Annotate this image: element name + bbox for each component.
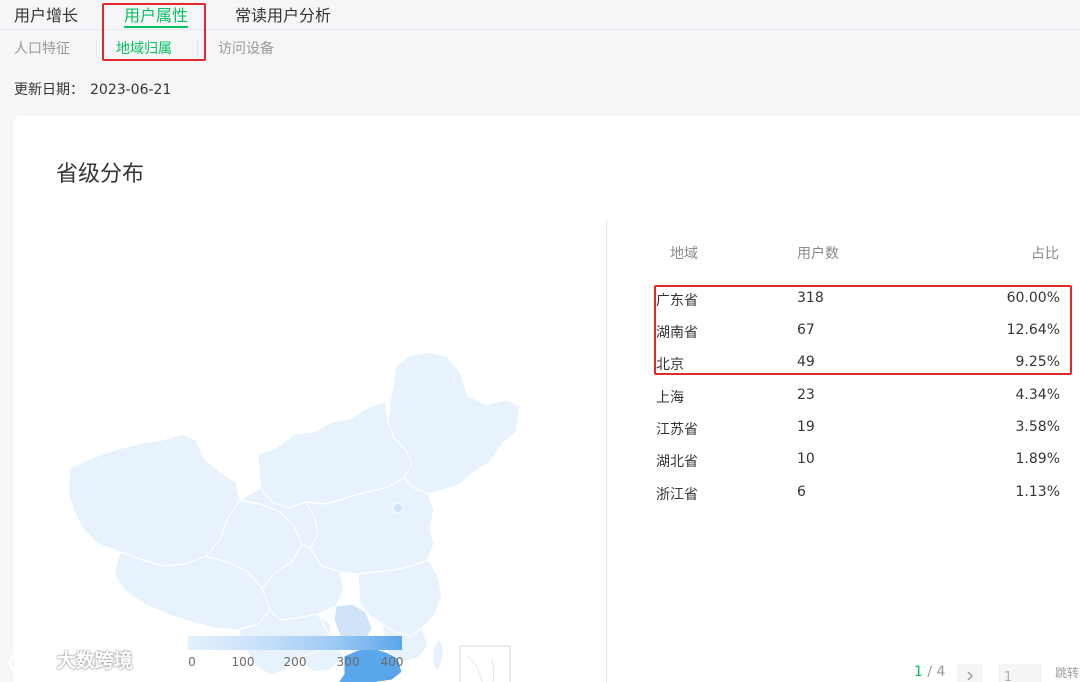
map-inset-islands <box>467 655 495 682</box>
table-row: 北京 49 9.25% <box>656 348 1060 380</box>
page-number-value: 1 <box>1004 670 1013 682</box>
cell-ratio: 12.64% <box>1006 322 1060 338</box>
cell-ratio: 9.25% <box>1015 354 1060 370</box>
legend-tick: 300 <box>336 655 360 669</box>
table-row: 浙江省 6 1.13% <box>656 478 1060 510</box>
legend-tick: 0 <box>188 655 196 669</box>
tab-user-attributes[interactable]: 用户属性 <box>124 2 189 28</box>
jump-button[interactable]: 跳转 <box>1055 664 1079 681</box>
pagination-separator: / <box>927 664 933 680</box>
next-page-button[interactable] <box>957 664 983 682</box>
cell-region: 湖南省 <box>656 325 698 341</box>
pagination-current: 1 <box>914 664 923 680</box>
chevron-right-icon <box>967 671 973 681</box>
table-row: 湖北省 10 1.89% <box>656 445 1060 477</box>
map-inset-south-china-sea <box>459 645 511 682</box>
cell-users: 23 <box>797 387 815 403</box>
tab-user-attributes-label: 用户属性 <box>124 6 189 25</box>
cell-region: 上海 <box>656 390 684 406</box>
column-header-ratio: 占比 <box>1031 246 1059 262</box>
subtab-divider <box>96 41 97 55</box>
card-title: 省级分布 <box>56 162 145 187</box>
cell-ratio: 60.00% <box>1006 290 1060 306</box>
card-divider <box>606 220 607 682</box>
page-number-input[interactable]: 1 <box>998 664 1042 682</box>
cell-ratio: 4.34% <box>1015 387 1060 403</box>
table-row: 上海 23 4.34% <box>656 381 1060 413</box>
map-legend: 0 100 200 300 400 <box>188 636 404 669</box>
cell-users: 318 <box>797 290 824 306</box>
table-row: 江苏省 19 3.58% <box>656 413 1060 445</box>
subtab-region[interactable]: 地域归属 <box>116 38 172 58</box>
subtab-divider <box>197 41 198 55</box>
pagination-indicator: 1 / 4 <box>914 664 945 680</box>
cell-region: 浙江省 <box>656 487 698 503</box>
legend-ticks: 0 100 200 300 400 <box>188 650 404 669</box>
update-date: 更新日期： 2023-06-21 <box>14 79 171 99</box>
cell-ratio: 1.89% <box>1015 451 1060 467</box>
map-region-northeast <box>387 351 521 495</box>
legend-tick: 400 <box>380 655 404 669</box>
cell-region: 江苏省 <box>656 422 698 438</box>
table-row: 湖南省 67 12.64% <box>656 316 1060 348</box>
cell-users: 67 <box>797 322 815 338</box>
watermark: 大数跨境 <box>8 646 133 674</box>
cell-users: 49 <box>797 354 815 370</box>
cell-users: 19 <box>797 419 815 435</box>
legend-gradient-bar <box>188 636 402 650</box>
update-date-label: 更新日期： <box>14 82 84 98</box>
subtab-demographics[interactable]: 人口特征 <box>14 38 70 58</box>
pagination-total: 4 <box>936 664 946 680</box>
dashu-logo-icon <box>8 652 48 672</box>
map-region-beijing <box>392 502 404 514</box>
main-tab-bar: 用户增长 用户属性 常读用户分析 <box>0 0 1080 30</box>
update-date-value: 2023-06-21 <box>90 82 172 98</box>
cell-users: 6 <box>797 484 806 500</box>
cell-region: 广东省 <box>656 293 698 309</box>
cell-ratio: 3.58% <box>1015 419 1060 435</box>
cell-region: 北京 <box>656 357 684 373</box>
watermark-text: 大数跨境 <box>56 650 133 672</box>
cell-ratio: 1.13% <box>1015 484 1060 500</box>
legend-tick: 100 <box>231 655 255 669</box>
subtab-devices[interactable]: 访问设备 <box>218 38 274 58</box>
table-row: 广东省 318 60.00% <box>656 284 1060 316</box>
map-region-taiwan <box>431 637 445 673</box>
tab-user-growth[interactable]: 用户增长 <box>14 2 78 26</box>
column-header-region: 地域 <box>670 246 698 262</box>
cell-region: 湖北省 <box>656 454 698 470</box>
tab-frequent-reader-analysis[interactable]: 常读用户分析 <box>235 2 331 26</box>
tab-active-underline <box>124 26 189 28</box>
legend-tick: 200 <box>283 655 307 669</box>
china-province-map[interactable] <box>14 226 604 682</box>
column-header-users: 用户数 <box>797 246 839 262</box>
cell-users: 10 <box>797 451 815 467</box>
